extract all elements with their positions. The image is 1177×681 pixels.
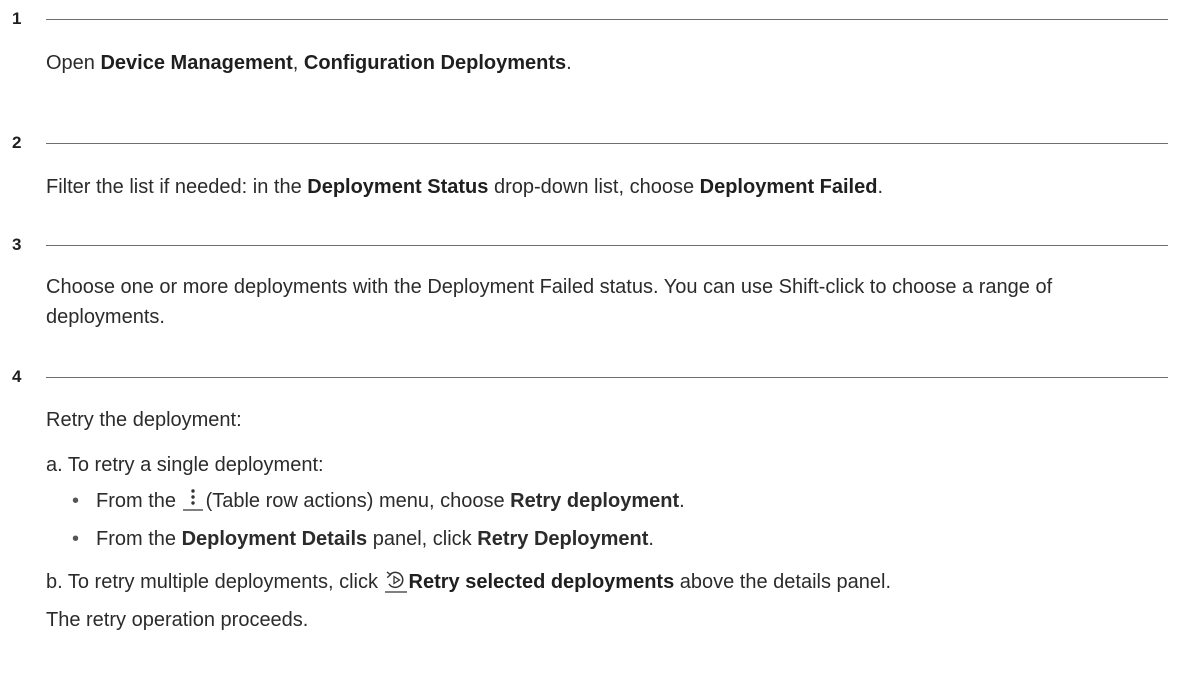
- step-3: 3: [0, 234, 1177, 256]
- deployment-details-label: Deployment Details: [181, 528, 368, 550]
- step-divider: [46, 377, 1168, 378]
- step-4-substep-a: a. To retry a single deployment:: [46, 454, 324, 476]
- deployment-failed-label: Deployment Failed: [699, 176, 878, 198]
- step-4: 4: [0, 366, 1177, 388]
- list-item: • From the Deployment Details panel, clic…: [72, 524, 654, 554]
- deployment-status-label: Deployment Status: [307, 176, 489, 198]
- step-header: 1: [0, 8, 1177, 30]
- step-number: 4: [12, 367, 22, 386]
- list-item: • From the (Table row actions) menu, choo…: [72, 486, 685, 516]
- step-number: 3: [12, 235, 22, 254]
- kebab-menu-icon: [182, 486, 204, 512]
- bullet-dot: •: [72, 490, 80, 512]
- step-divider: [46, 143, 1168, 144]
- step-header: 3: [0, 234, 1177, 256]
- retry-deployment-button-label: Retry Deployment: [477, 528, 649, 550]
- step-header: 4: [0, 366, 1177, 388]
- device-management-label: Device Management: [100, 52, 293, 74]
- step-1-text: Open Device Management, Configuration De…: [46, 52, 572, 74]
- retry-icon: [384, 568, 408, 594]
- step-divider: [46, 245, 1168, 246]
- step-number: 1: [12, 9, 22, 28]
- step-2: 2: [0, 132, 1177, 154]
- step-divider: [46, 19, 1168, 20]
- step-1: 1: [0, 8, 1177, 30]
- configuration-deployments-label: Configuration Deployments: [303, 52, 567, 74]
- step-3-text: Choose one or more deployments with the …: [46, 276, 1053, 328]
- retry-selected-deployments-label: Retry selected deployments: [408, 571, 675, 593]
- step-4-intro: Retry the deployment:: [46, 409, 242, 431]
- step-4-substep-b: b. To retry multiple deployments, click …: [46, 567, 1168, 597]
- step-2-text: Filter the list if needed: in the Deploy…: [46, 176, 884, 198]
- step-number: 2: [12, 133, 22, 152]
- step-header: 2: [0, 132, 1177, 154]
- retry-deployment-label: Retry deployment: [510, 490, 680, 512]
- step-4-result: The retry operation proceeds.: [46, 609, 309, 631]
- bullet-dot: •: [72, 528, 80, 550]
